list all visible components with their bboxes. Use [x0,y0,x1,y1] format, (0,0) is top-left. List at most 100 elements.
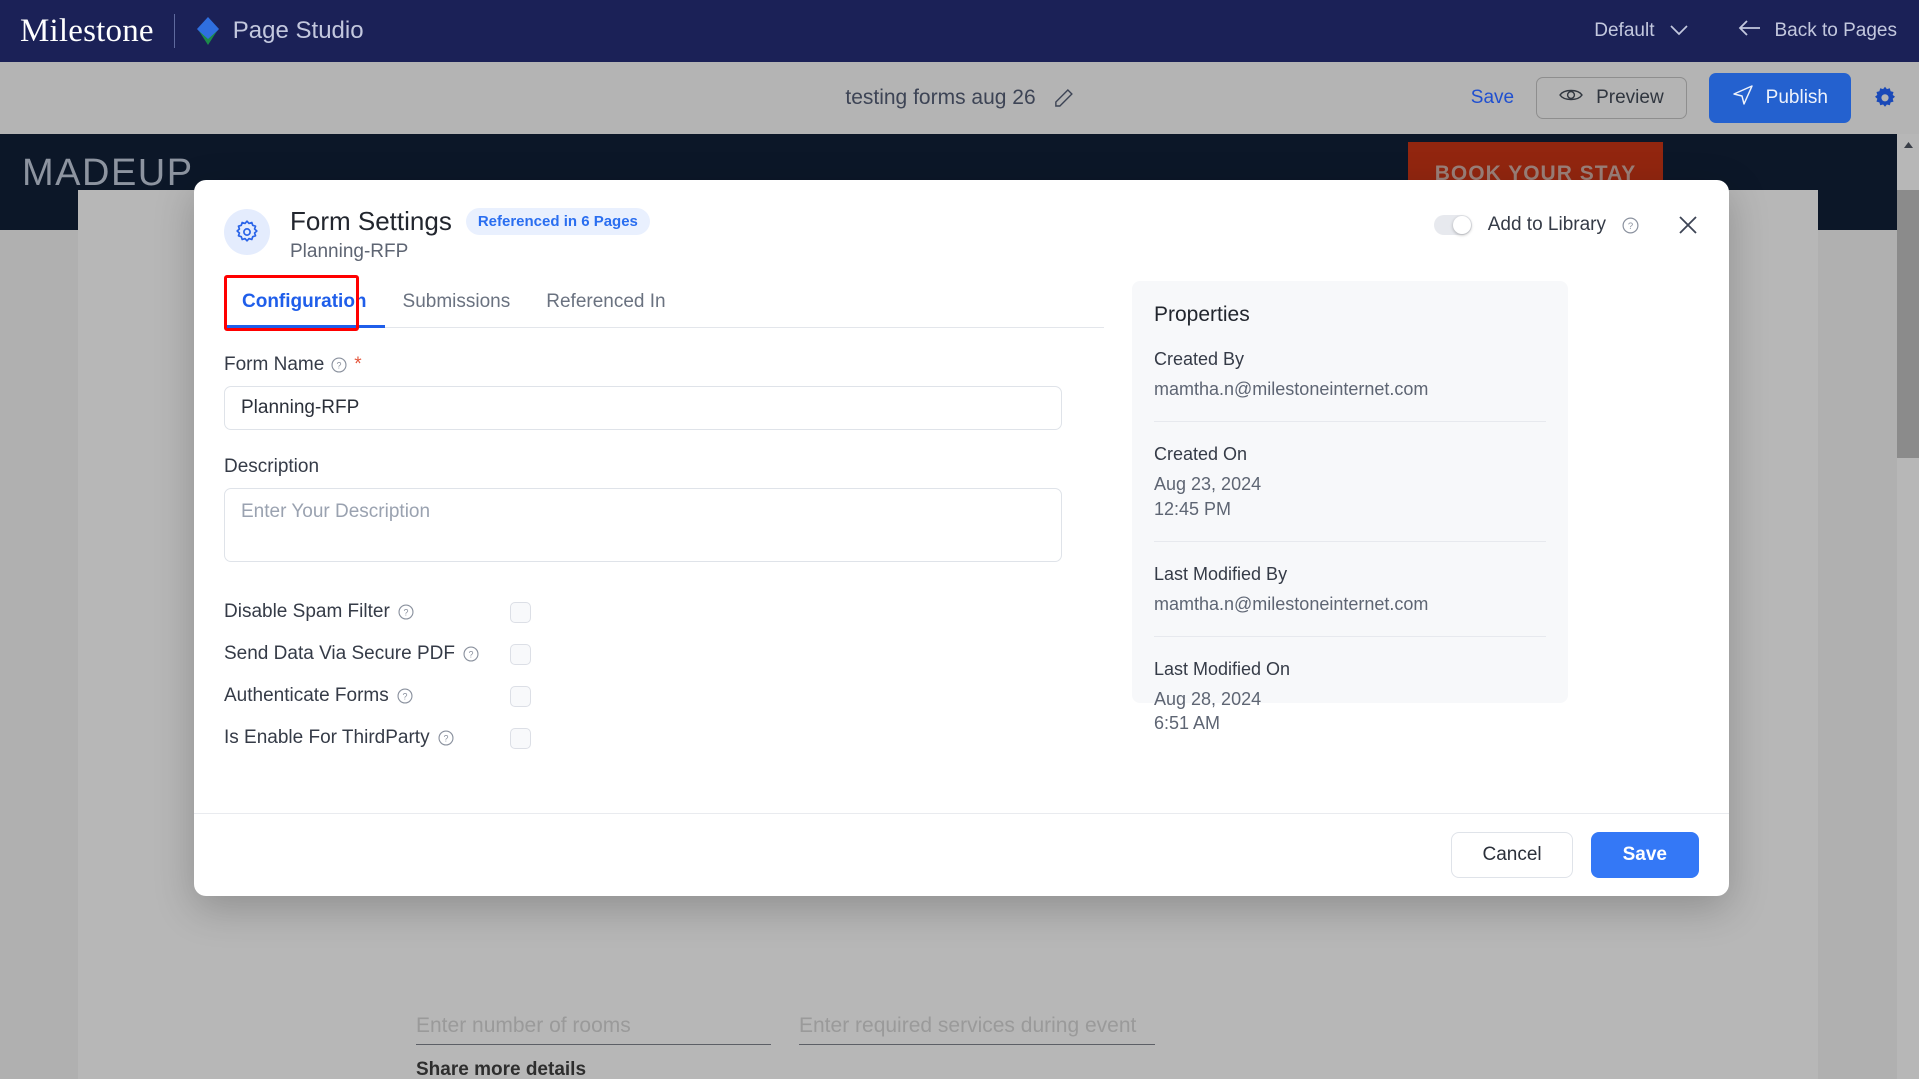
option-label-wrap: Authenticate Forms ? [224,685,510,707]
modal-subtitle: Planning-RFP [290,241,409,262]
svg-text:?: ? [443,733,448,743]
share-more-details-heading: Share more details [416,1059,587,1079]
disable-spam-filter-checkbox[interactable] [510,601,531,623]
option-label-wrap: Is Enable For ThirdParty ? [224,727,510,749]
scrollbar-thumb[interactable] [1897,190,1919,458]
save-button[interactable]: Save [1590,832,1699,878]
close-icon[interactable] [1677,214,1699,236]
rooms-field[interactable]: Enter number of rooms [416,1014,771,1045]
help-circle-icon[interactable]: ? [463,646,479,662]
site-form-row: Enter number of rooms Enter required ser… [416,1014,1396,1045]
preview-label: Preview [1596,87,1664,108]
add-to-library-label: Add to Library [1487,214,1606,235]
modal-footer: Cancel Save [194,813,1729,896]
help-circle-icon[interactable]: ? [398,604,414,620]
option-label: Authenticate Forms [224,685,389,706]
pencil-icon[interactable] [1054,88,1074,108]
svg-text:?: ? [468,649,473,659]
send-data-via-secure-pdf-checkbox[interactable] [510,643,531,665]
tab-configuration[interactable]: Configuration [224,281,385,328]
milestone-logo[interactable]: Milestone [20,14,154,48]
description-label-row: Description [224,456,1104,478]
preview-button[interactable]: Preview [1536,77,1687,119]
option-label-wrap: Disable Spam Filter ? [224,601,510,623]
referenced-badge[interactable]: Referenced in 6 Pages [465,208,650,235]
property-value-time: 12:45 PM [1154,498,1232,519]
property-value-time: 6:51 AM [1154,713,1221,734]
publish-label: Publish [1765,87,1828,108]
toolbar-actions: Save Preview Publish [1471,73,1919,123]
help-circle-icon[interactable]: ? [397,688,413,704]
properties-panel: Properties Created By mamtha.n@milestone… [1132,281,1568,733]
options-list: Disable Spam Filter ? Send Data Via Secu… [224,591,1104,759]
modal-body: Configuration Submissions Referenced In … [194,263,1729,813]
tab-submissions[interactable]: Submissions [385,281,529,327]
help-circle-icon[interactable]: ? [1622,216,1639,234]
option-label: Send Data Via Secure PDF [224,643,455,664]
app-root: MADEUP BOOK YOUR STAY -3000 Enter number… [0,0,1919,1079]
toggle-knob [1452,216,1471,234]
modal-header-actions: Add to Library ? [1433,214,1699,236]
option-row-is-enable-for-thirdparty: Is Enable For ThirdParty ? [224,717,1104,759]
option-row-authenticate-forms: Authenticate Forms ? [224,675,1104,717]
help-circle-icon[interactable]: ? [331,357,347,373]
property-last-modified-by: Last Modified By mamtha.n@milestoneinter… [1154,540,1546,616]
description-textarea[interactable] [224,488,1062,562]
brand-divider [173,14,175,48]
option-row-disable-spam-filter: Disable Spam Filter ? [224,591,1104,633]
form-name-label: Form Name [224,354,325,375]
form-name-input[interactable] [224,386,1062,430]
property-created-on: Created On Aug 23, 2024 12:45 PM [1154,421,1546,521]
product-name: Page Studio [232,17,364,44]
form-name-label-row: Form Name ? * [224,354,1104,376]
top-navigation-bar: Milestone Page Studio Default Back to Pa… [0,0,1919,62]
settings-gear-icon[interactable] [1873,86,1897,110]
services-field[interactable]: Enter required services during event [799,1014,1155,1045]
property-value: mamtha.n@milestoneinternet.com [1154,379,1429,399]
svg-text:?: ? [337,360,342,370]
save-link[interactable]: Save [1471,87,1514,109]
svg-text:?: ? [403,607,408,617]
option-label: Disable Spam Filter [224,601,390,622]
property-value: Aug 28, 2024 [1154,689,1262,710]
option-label-wrap: Send Data Via Secure PDF ? [224,643,510,665]
required-marker: * [354,354,362,375]
properties-title: Properties [1154,303,1250,326]
property-created-by: Created By mamtha.n@milestoneinternet.co… [1154,327,1546,401]
property-value: mamtha.n@milestoneinternet.com [1154,593,1429,614]
modal-title-row: Form Settings Referenced in 6 Pages [290,206,650,237]
help-circle-icon[interactable]: ? [438,730,454,746]
authenticate-forms-checkbox[interactable] [510,685,531,707]
modal-title-block: Form Settings Referenced in 6 Pages Plan… [290,206,650,263]
is-enable-for-thirdparty-checkbox[interactable] [510,727,531,749]
scroll-up-arrow-icon[interactable] [1897,134,1919,156]
description-label: Description [224,456,320,477]
page-title: testing forms aug 26 [845,86,1036,109]
option-label: Is Enable For ThirdParty [224,727,430,748]
back-to-pages-button[interactable]: Back to Pages [1738,20,1897,42]
top-nav-actions: Default Back to Pages [1594,20,1919,42]
diamond-icon [195,16,221,46]
configuration-pane: Configuration Submissions Referenced In … [224,275,1104,813]
page-scrollbar[interactable] [1897,134,1919,1079]
property-last-modified-on: Last Modified On Aug 28, 2024 6:51 AM [1154,636,1546,736]
svg-text:?: ? [1628,221,1633,232]
site-selector-dropdown[interactable]: Default [1594,20,1689,42]
publish-button[interactable]: Publish [1708,73,1851,123]
site-brand: MADEUP [22,152,194,194]
form-settings-gear-icon [224,209,270,255]
eye-icon [1559,87,1583,109]
send-icon [1732,84,1754,112]
add-to-library-toggle[interactable] [1433,215,1472,235]
property-value: Aug 23, 2024 [1154,474,1262,495]
tab-referenced-in[interactable]: Referenced In [528,281,683,327]
page-toolbar: testing forms aug 26 Save Preview Publis… [0,62,1919,134]
arrow-left-icon [1738,20,1761,42]
modal-tabs: Configuration Submissions Referenced In [224,275,1104,331]
back-to-pages-label: Back to Pages [1774,20,1897,41]
cancel-button[interactable]: Cancel [1451,832,1573,878]
brand-area: Milestone Page Studio [0,14,364,48]
site-selector-label: Default [1594,20,1655,41]
modal-title: Form Settings [290,206,452,236]
property-key: Created On [1154,444,1248,465]
